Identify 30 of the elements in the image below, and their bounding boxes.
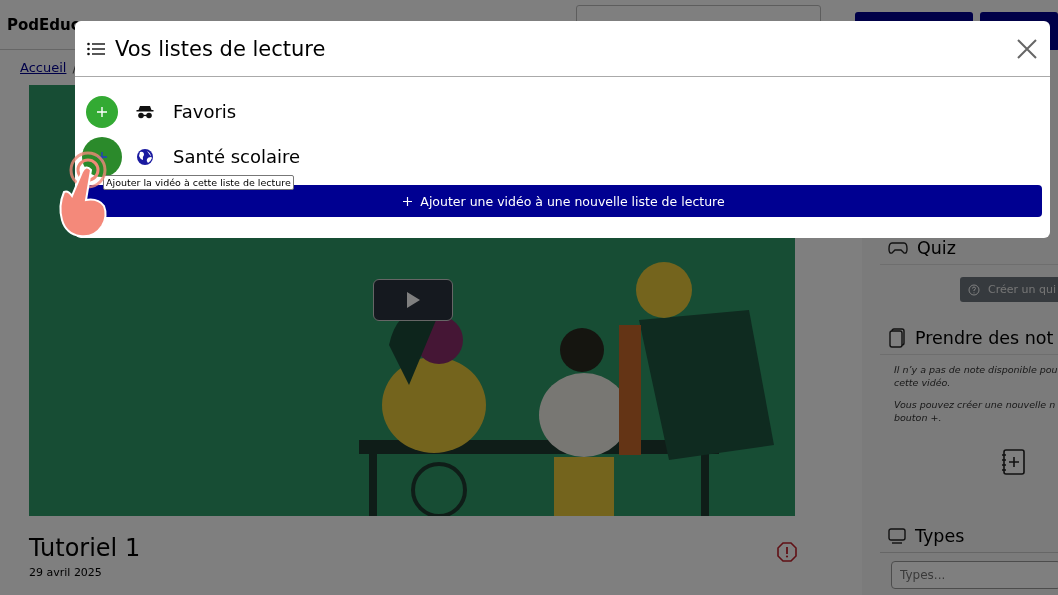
play-icon — [405, 291, 421, 309]
section-heading: Types — [915, 526, 965, 547]
report-icon[interactable] — [777, 541, 797, 562]
add-to-playlist-button[interactable] — [86, 95, 118, 128]
list-icon — [87, 41, 105, 56]
dialog-title: Vos listes de lecture — [115, 36, 327, 61]
spy-icon — [136, 104, 154, 119]
playlist-name: Santé scolaire — [173, 146, 301, 167]
close-button[interactable] — [1016, 37, 1038, 60]
gamepad-icon — [888, 240, 908, 256]
playlist-name: Favoris — [173, 101, 237, 122]
notebook-icon — [888, 328, 906, 348]
add-note-icon[interactable] — [1000, 448, 1026, 477]
notes-message: Vous pouvez créer une nouvelle n bouton +. — [894, 397, 1057, 425]
plus-icon — [403, 196, 413, 206]
breadcrumb-link[interactable]: Accueil — [20, 60, 67, 85]
notes-message: Il n’y a pas de note disponible pou cette vidéo. — [894, 363, 1058, 390]
section-heading: Prendre des not — [915, 328, 1054, 348]
help-icon — [968, 283, 980, 296]
section-heading: Quiz — [917, 238, 956, 258]
video-title: Tutoriel 1 — [29, 534, 141, 562]
site-logo[interactable]: PodEduc — [7, 15, 80, 34]
play-button[interactable] — [373, 279, 453, 321]
video-date: 29 avril 2025 — [29, 566, 103, 579]
globe-icon — [136, 147, 154, 166]
monitor-icon — [888, 528, 906, 545]
close-icon — [1016, 37, 1038, 60]
types-field[interactable]: Types... — [891, 561, 1058, 590]
tooltip: Ajouter la vidéo à cette liste de lecture — [103, 175, 294, 190]
plus-icon — [97, 106, 107, 117]
